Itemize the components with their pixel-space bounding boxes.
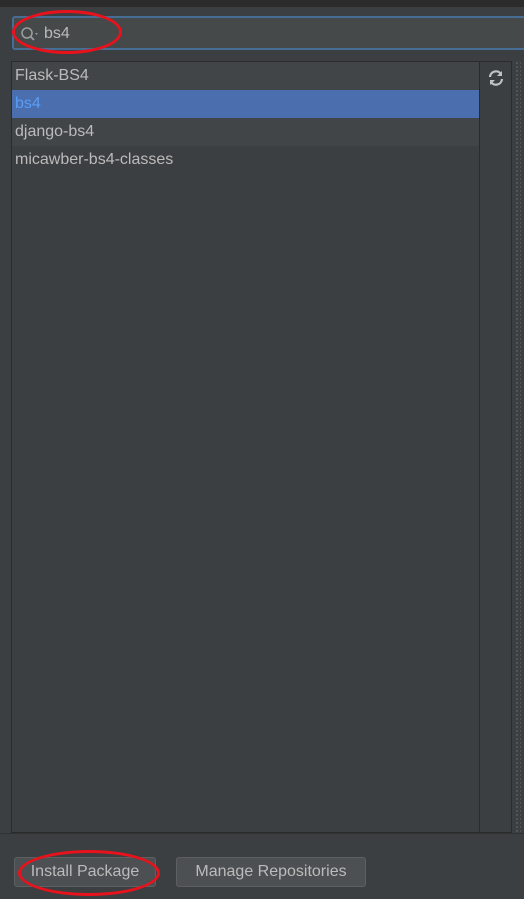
search-field[interactable] xyxy=(12,16,524,50)
resize-grip[interactable] xyxy=(515,61,521,833)
refresh-icon[interactable] xyxy=(486,68,506,88)
list-item[interactable]: Flask-BS4 xyxy=(12,62,479,90)
search-input[interactable] xyxy=(44,22,504,46)
list-item[interactable]: django-bs4 xyxy=(12,118,479,146)
package-list[interactable]: Flask-BS4 bs4 django-bs4 micawber-bs4-cl… xyxy=(11,61,479,833)
available-packages-dialog: Flask-BS4 bs4 django-bs4 micawber-bs4-cl… xyxy=(0,0,524,899)
manage-repositories-button[interactable]: Manage Repositories xyxy=(176,857,366,887)
side-toolbar xyxy=(479,61,512,833)
search-icon[interactable] xyxy=(20,26,42,42)
list-item-selected[interactable]: bs4 xyxy=(12,90,479,118)
list-item[interactable]: micawber-bs4-classes xyxy=(12,146,479,174)
divider xyxy=(0,833,524,834)
title-bar-strip xyxy=(0,0,524,7)
install-package-button[interactable]: Install Package xyxy=(14,857,156,887)
